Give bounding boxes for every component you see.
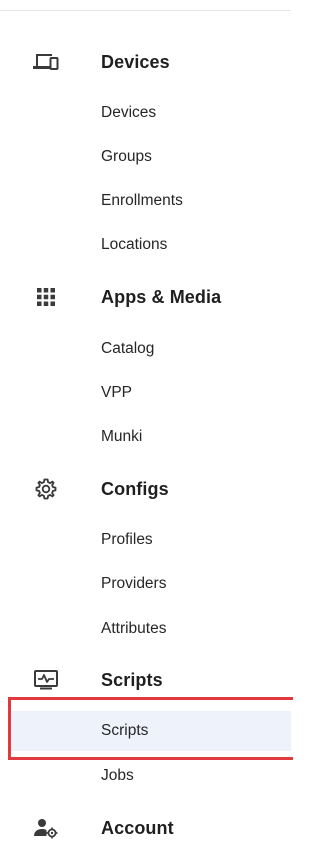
section-header-devices[interactable]: Devices	[0, 42, 291, 82]
nav-item-profiles[interactable]: Profiles	[0, 520, 291, 560]
nav-item-catalog[interactable]: Catalog	[0, 329, 291, 369]
section-label-devices: Devices	[101, 51, 170, 72]
nav-label-scripts: Scripts	[101, 722, 149, 739]
apps-grid-icon	[32, 283, 60, 311]
nav-label-enrollments: Enrollments	[101, 192, 183, 209]
section-label-apps-media: Apps & Media	[101, 286, 222, 307]
nav-label-providers: Providers	[101, 575, 167, 592]
nav-label-attributes: Attributes	[101, 620, 167, 637]
nav-item-devices[interactable]: Devices	[0, 93, 291, 133]
nav-item-locations[interactable]: Locations	[0, 225, 291, 265]
nav-label-vpp: VPP	[101, 384, 133, 401]
sidebar-nav: Devices Devices Groups Enrollments Locat…	[0, 0, 293, 857]
nav-label-groups: Groups	[101, 148, 152, 165]
nav-label-locations: Locations	[101, 236, 168, 253]
nav-item-munki[interactable]: Munki	[0, 417, 291, 457]
section-header-apps-media[interactable]: Apps & Media	[0, 277, 291, 317]
nav-label-munki: Munki	[101, 428, 143, 445]
top-divider	[0, 10, 291, 11]
nav-item-attributes[interactable]: Attributes	[0, 609, 291, 649]
nav-label-jobs: Jobs	[101, 767, 134, 784]
script-monitor-icon	[32, 666, 60, 694]
gear-icon	[32, 475, 60, 503]
nav-item-vpp[interactable]: VPP	[0, 373, 291, 413]
section-header-scripts[interactable]: Scripts	[0, 660, 291, 700]
nav-label-devices: Devices	[101, 104, 157, 121]
section-header-account[interactable]: Account	[0, 808, 291, 848]
section-label-account: Account	[101, 817, 174, 838]
account-settings-icon	[32, 814, 60, 842]
nav-item-enrollments[interactable]: Enrollments	[0, 181, 291, 221]
nav-item-groups[interactable]: Groups	[0, 137, 291, 177]
nav-label-profiles: Profiles	[101, 531, 153, 548]
nav-label-catalog: Catalog	[101, 340, 155, 357]
nav-item-scripts[interactable]: Scripts	[10, 711, 291, 751]
nav-item-providers[interactable]: Providers	[0, 564, 291, 604]
nav-item-jobs[interactable]: Jobs	[0, 756, 291, 796]
section-header-configs[interactable]: Configs	[0, 469, 291, 509]
section-label-scripts: Scripts	[101, 669, 163, 690]
section-label-configs: Configs	[101, 478, 169, 499]
devices-icon	[32, 48, 60, 76]
